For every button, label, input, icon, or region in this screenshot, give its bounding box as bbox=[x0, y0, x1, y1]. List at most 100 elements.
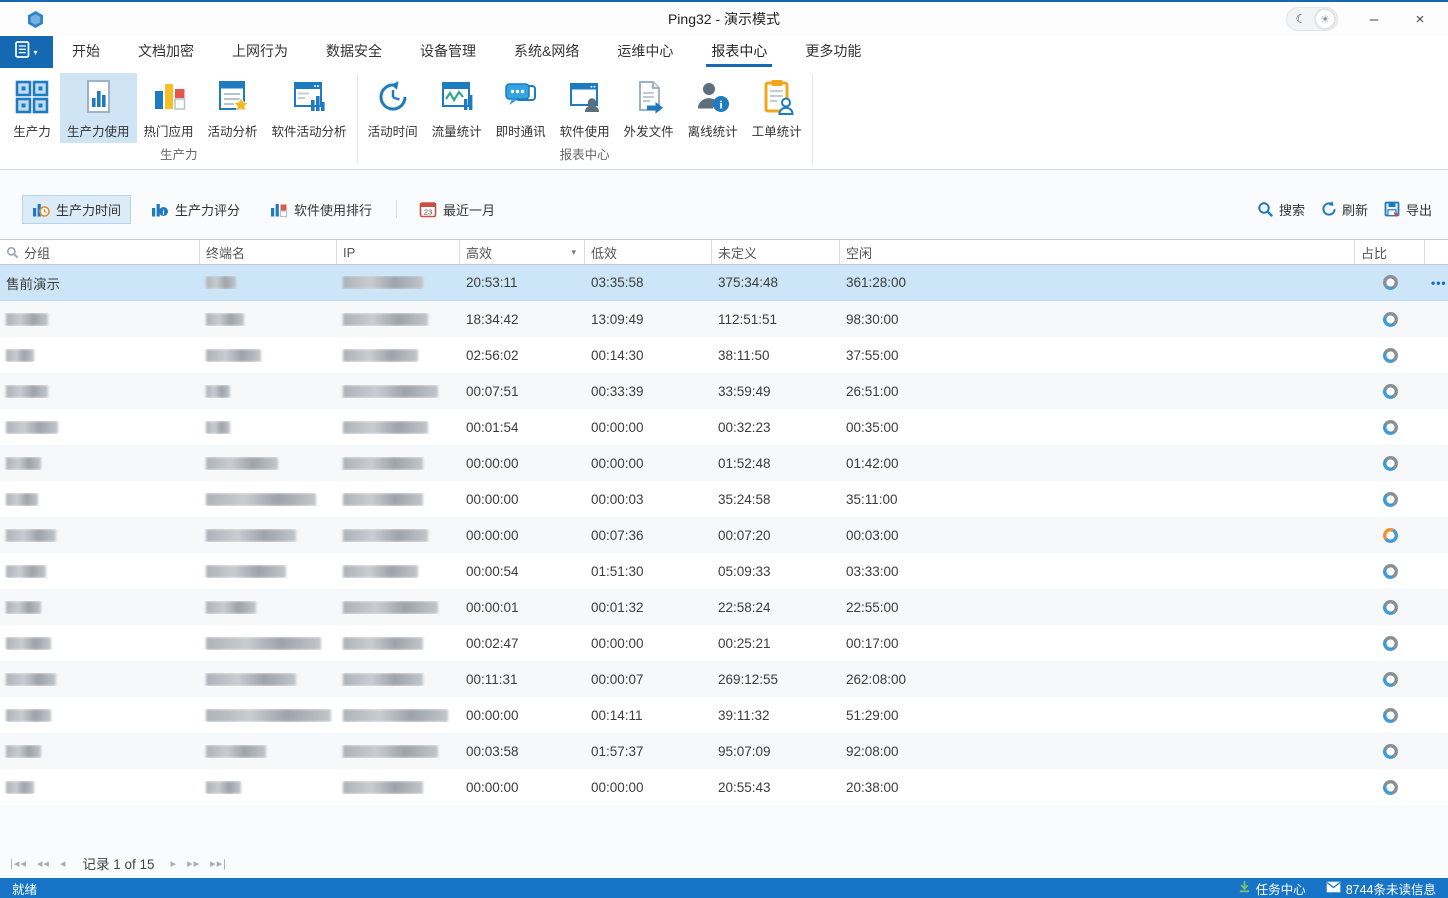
tab-系统&网络[interactable]: 系统&网络 bbox=[495, 36, 598, 68]
ratio-donut-icon bbox=[1383, 744, 1398, 759]
column-header-低效[interactable]: 低效 bbox=[585, 240, 712, 264]
ribbon-item-活动时间[interactable]: 活动时间 bbox=[361, 73, 425, 143]
redacted-text bbox=[206, 385, 230, 398]
file-menu-button[interactable]: ▾ bbox=[0, 36, 53, 68]
report-content: 生产力时间 i生产力评分软件使用排行 23最近一月 搜索刷新导出 分组终端名IP高效… bbox=[0, 170, 1448, 878]
table-row[interactable]: 00:11:3100:00:07269:12:55262:08:00 bbox=[0, 661, 1448, 697]
ribbon-item-生产力[interactable]: 生产力 bbox=[4, 73, 60, 143]
column-header-IP[interactable]: IP bbox=[337, 240, 460, 264]
tab-设备管理[interactable]: 设备管理 bbox=[401, 36, 495, 68]
redacted-text bbox=[343, 421, 428, 434]
ribbon-item-生产力使用[interactable]: 生产力使用 bbox=[60, 73, 137, 143]
cell-terminal bbox=[200, 457, 337, 470]
refresh-action-button[interactable]: 刷新 bbox=[1321, 200, 1368, 219]
ribbon-item-工单统计[interactable]: 工单统计 bbox=[745, 73, 809, 143]
tab-数据安全[interactable]: 数据安全 bbox=[307, 36, 401, 68]
table-row[interactable]: 00:00:0100:01:3222:58:2422:55:00 bbox=[0, 589, 1448, 625]
filter-dropdown-icon[interactable]: ▾ bbox=[571, 247, 578, 258]
task-center-button[interactable]: 任务中心 bbox=[1238, 879, 1306, 898]
redacted-text bbox=[6, 529, 56, 542]
cell-terminal bbox=[200, 276, 337, 289]
cell-terminal bbox=[200, 745, 337, 758]
next-page-button[interactable]: ▸ bbox=[171, 857, 178, 870]
table-row[interactable]: 00:02:4700:00:0000:25:2100:17:00 bbox=[0, 625, 1448, 661]
prev-page-button[interactable]: ◂ bbox=[60, 857, 67, 870]
column-header-终端名[interactable]: 终端名 bbox=[200, 240, 337, 264]
column-header-占比[interactable]: 占比 bbox=[1355, 240, 1425, 264]
column-header-高效[interactable]: 高效▾ bbox=[460, 240, 585, 264]
productivity-grid-icon bbox=[12, 78, 52, 116]
cell-efficient-time: 20:53:11 bbox=[460, 275, 585, 290]
cell-undefined-time: 22:58:24 bbox=[712, 600, 840, 615]
last-page-button[interactable]: ▸▸| bbox=[210, 857, 227, 870]
redacted-text bbox=[343, 313, 428, 326]
bars-info-icon: i bbox=[151, 200, 169, 218]
table-row[interactable]: 00:00:0000:00:0001:52:4801:42:00 bbox=[0, 445, 1448, 481]
cell-efficient-time: 00:11:31 bbox=[460, 672, 585, 687]
cell-group bbox=[0, 601, 200, 614]
cell-efficient-time: 00:03:58 bbox=[460, 744, 585, 759]
minimize-button[interactable]: – bbox=[1364, 11, 1384, 28]
export-action-button[interactable]: 导出 bbox=[1384, 200, 1432, 219]
ribbon-item-活动分析[interactable]: 活动分析 bbox=[201, 73, 265, 143]
table-row[interactable]: 00:00:5401:51:3005:09:3303:33:00 bbox=[0, 553, 1448, 589]
view-button-软件使用排行[interactable]: 软件使用排行 bbox=[260, 195, 382, 224]
ribbon-item-软件活动分析[interactable]: 软件活动分析 bbox=[265, 73, 354, 143]
table-row[interactable]: 00:03:5801:57:3795:07:0992:08:00 bbox=[0, 733, 1448, 769]
cell-group bbox=[0, 565, 200, 578]
table-row[interactable]: 18:34:4213:09:49112:51:5198:30:00 bbox=[0, 301, 1448, 337]
table-row[interactable]: 00:01:5400:00:0000:32:2300:35:00 bbox=[0, 409, 1448, 445]
redacted-text bbox=[6, 313, 48, 326]
ribbon-item-热门应用[interactable]: 热门应用 bbox=[137, 73, 201, 143]
dark-mode-icon[interactable]: ☾ bbox=[1287, 12, 1315, 26]
tab-更多功能[interactable]: 更多功能 bbox=[786, 36, 880, 68]
table-row[interactable]: 00:00:0000:00:0335:24:5835:11:00 bbox=[0, 481, 1448, 517]
cell-terminal bbox=[200, 421, 337, 434]
table-row[interactable]: 00:07:5100:33:3933:59:4926:51:00 bbox=[0, 373, 1448, 409]
ribbon-item-即时通讯[interactable]: 即时通讯 bbox=[489, 73, 553, 143]
tab-报表中心[interactable]: 报表中心 bbox=[692, 36, 786, 68]
column-header-menu[interactable] bbox=[1425, 240, 1448, 264]
cell-idle-time: 26:51:00 bbox=[840, 384, 1355, 399]
cell-efficient-time: 00:00:54 bbox=[460, 564, 585, 579]
ribbon-item-离线统计[interactable]: i离线统计 bbox=[681, 73, 745, 143]
cell-inefficient-time: 00:33:39 bbox=[585, 384, 712, 399]
ribbon-item-软件使用[interactable]: 软件使用 bbox=[553, 73, 617, 143]
first-page-button[interactable]: |◂◂ bbox=[10, 857, 27, 870]
window-title: Ping32 - 演示模式 bbox=[0, 9, 1448, 29]
cell-inefficient-time: 00:14:11 bbox=[585, 708, 712, 723]
light-mode-icon[interactable]: ☀ bbox=[1315, 9, 1335, 29]
tab-开始[interactable]: 开始 bbox=[53, 36, 119, 68]
date-filter-button[interactable]: 23最近一月 bbox=[409, 195, 505, 224]
view-button-生产力时间[interactable]: 生产力时间 bbox=[22, 195, 131, 224]
tab-文档加密[interactable]: 文档加密 bbox=[119, 36, 213, 68]
unread-messages-button[interactable]: 8744条未读信息 bbox=[1326, 879, 1436, 898]
table-row[interactable]: 00:00:0000:07:3600:07:2000:03:00 bbox=[0, 517, 1448, 553]
fast-prev-button[interactable]: ◂◂ bbox=[37, 857, 50, 870]
table-row[interactable]: 售前演示20:53:1103:35:58375:34:48361:28:00••… bbox=[0, 265, 1448, 301]
refresh-icon bbox=[1321, 201, 1337, 217]
redacted-text bbox=[206, 781, 241, 794]
view-button-生产力评分[interactable]: i生产力评分 bbox=[141, 195, 250, 224]
theme-toggle[interactable]: ☾ ☀ bbox=[1286, 7, 1338, 31]
ribbon-item-流量统计[interactable]: 流量统计 bbox=[425, 73, 489, 143]
column-header-空闲[interactable]: 空闲 bbox=[840, 240, 1355, 264]
table-row[interactable]: 00:00:0000:00:0020:55:4320:38:00 bbox=[0, 769, 1448, 805]
cell-group bbox=[0, 745, 200, 758]
ribbon-item-外发文件[interactable]: 外发文件 bbox=[617, 73, 681, 143]
cell-group bbox=[0, 493, 200, 506]
column-header-分组[interactable]: 分组 bbox=[0, 240, 200, 264]
bars-rank-icon bbox=[270, 200, 288, 218]
column-header-未定义[interactable]: 未定义 bbox=[712, 240, 840, 264]
calendar-icon: 23 bbox=[419, 200, 437, 218]
fast-next-button[interactable]: ▸▸ bbox=[187, 857, 200, 870]
export-icon bbox=[1384, 201, 1401, 218]
search-action-button[interactable]: 搜索 bbox=[1257, 200, 1305, 219]
tab-运维中心[interactable]: 运维中心 bbox=[598, 36, 692, 68]
cell-terminal bbox=[200, 385, 337, 398]
tab-上网行为[interactable]: 上网行为 bbox=[213, 36, 307, 68]
close-button[interactable]: × bbox=[1410, 11, 1430, 28]
table-row[interactable]: 00:00:0000:14:1139:11:3251:29:00 bbox=[0, 697, 1448, 733]
table-row[interactable]: 02:56:0200:14:3038:11:5037:55:00 bbox=[0, 337, 1448, 373]
row-menu-button[interactable]: ••• bbox=[1431, 276, 1447, 290]
